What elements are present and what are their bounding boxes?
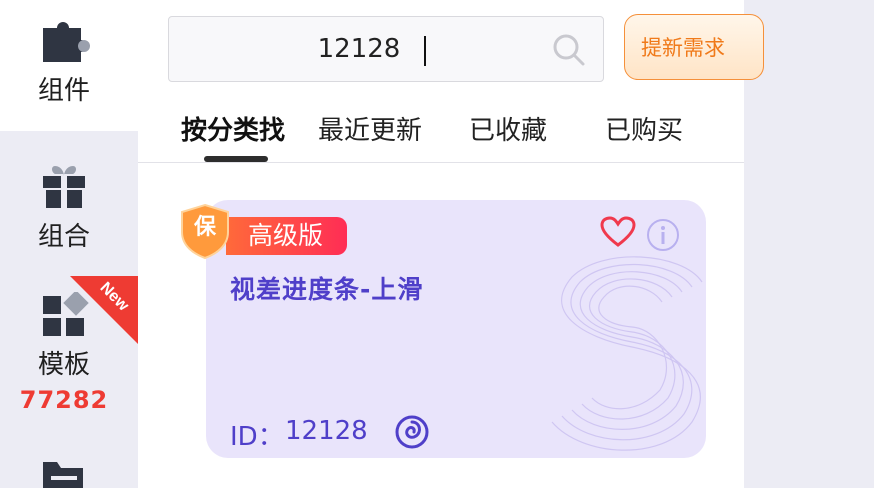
right-gutter (744, 0, 874, 488)
card-id-value: 12128 (285, 416, 368, 446)
tab-by-category[interactable]: 按分类找 (181, 110, 285, 147)
sidebar-item-components[interactable]: 组件 (0, 0, 138, 131)
platform-swirl-icon (395, 415, 429, 449)
tabs-divider (138, 162, 744, 163)
favorite-heart-icon[interactable] (600, 216, 636, 248)
puzzle-icon (43, 22, 90, 62)
premium-badge-label: 高级版 (248, 221, 324, 250)
tab-recently-updated[interactable]: 最近更新 (318, 110, 422, 147)
text-caret (424, 36, 426, 66)
tab-favorited[interactable]: 已收藏 (469, 110, 547, 147)
tab-purchased[interactable]: 已购买 (605, 110, 683, 147)
sidebar: 组件 组合 模板 77282 New (0, 0, 138, 488)
sidebar-item-label: 模板 (37, 350, 90, 380)
card-id-label: ID： (230, 422, 284, 452)
sidebar-item-label: 组件 (37, 76, 90, 106)
shield-char: 保 (193, 215, 217, 240)
new-ribbon-badge: New (70, 276, 138, 344)
sidebar-item-label: 组合 (37, 222, 90, 252)
folder-doc-icon (43, 462, 83, 488)
guarantee-shield-icon: 保 (181, 203, 229, 260)
gift-icon (43, 166, 85, 208)
search-input[interactable] (179, 17, 539, 81)
search-icon[interactable] (552, 33, 586, 67)
sidebar-item-combos[interactable]: 组合 (0, 160, 138, 260)
decorative-s-watermark (551, 256, 703, 451)
template-count: 77282 (19, 386, 109, 414)
info-icon[interactable] (646, 218, 680, 252)
submit-request-button[interactable]: 提新需求 (624, 14, 764, 80)
sidebar-item-files[interactable] (0, 452, 138, 488)
search-box[interactable] (168, 16, 604, 82)
card-title: 视差进度条-上滑 (230, 275, 424, 304)
